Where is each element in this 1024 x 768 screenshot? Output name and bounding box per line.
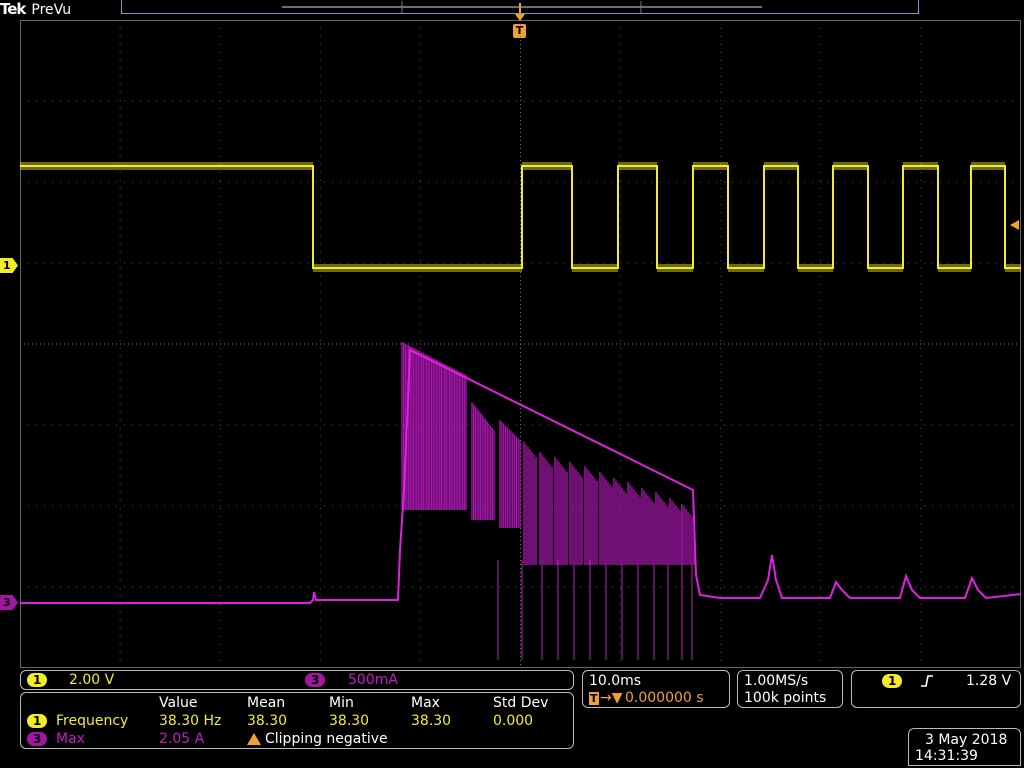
- trigger-source-badge: 1: [882, 674, 903, 688]
- sample-rate: 1.00MS/s: [744, 673, 809, 689]
- trigger-level-icon[interactable]: [1010, 220, 1019, 230]
- meas-header-mean: Mean: [247, 695, 286, 711]
- trigger-delay-icon: T: [589, 692, 599, 705]
- rising-edge-icon: [921, 675, 933, 687]
- meas-row1-min: 38.30: [329, 713, 370, 729]
- channel-scale-bar[interactable]: 1 2.00 V 3 500mA: [20, 670, 574, 690]
- trigger-level: 1.28 V: [966, 673, 1012, 689]
- ch1-badge: 1: [27, 673, 48, 687]
- acquisition-panel[interactable]: 1.00MS/s 100k points: [737, 670, 843, 708]
- measurements-panel[interactable]: Value Mean Min Max Std Dev 1 Frequency 3…: [20, 692, 574, 749]
- meas-row1-mean: 38.30: [247, 713, 288, 729]
- warning-icon: [247, 733, 261, 745]
- meas-header-value: Value: [159, 695, 198, 711]
- meas-row1-badge: 1: [27, 714, 48, 728]
- ch3-ground-marker[interactable]: 3: [0, 595, 18, 610]
- waveform-display[interactable]: [20, 20, 1021, 668]
- trigger-panel[interactable]: 1 1.28 V: [851, 670, 1021, 708]
- ch1-scale-label: 2.00 V: [69, 672, 115, 688]
- time-label: 14:31:39: [915, 748, 978, 764]
- graticule-grid: [20, 20, 1021, 668]
- ch3-waveform-bursts: [401, 342, 695, 660]
- prevu-label: PreVu: [31, 2, 72, 18]
- meas-row1-stddev: 0.000: [493, 713, 534, 729]
- horizontal-panel[interactable]: 10.0ms T →▼ 0.000000 s: [582, 670, 730, 708]
- ch3-badge: 3: [305, 673, 326, 687]
- meas-row1-value: 38.30 Hz: [159, 713, 222, 729]
- meas-row2-badge: 3: [27, 732, 48, 746]
- ch3-scale-label: 500mA: [348, 672, 398, 688]
- meas-header-max: Max: [411, 695, 440, 711]
- tek-brand: Tek PreVu: [0, 0, 72, 18]
- timebase-scale: 10.0ms: [589, 673, 642, 689]
- delay-arrow-icon: →▼: [600, 690, 623, 706]
- meas-header-min: Min: [329, 695, 354, 711]
- record-length: 100k points: [744, 690, 827, 706]
- date-label: 3 May 2018: [925, 732, 1008, 748]
- clipping-warning: Clipping negative: [265, 731, 388, 747]
- meas-row1-name: Frequency: [56, 713, 129, 729]
- ch1-ground-marker[interactable]: 1: [0, 258, 18, 273]
- meas-header-stddev: Std Dev: [493, 695, 549, 711]
- meas-row2-value: 2.05 A: [159, 731, 205, 747]
- horizontal-position: 0.000000 s: [625, 690, 704, 706]
- datetime-panel: 3 May 2018 14:31:39: [908, 728, 1021, 766]
- meas-row1-max: 38.30: [411, 713, 452, 729]
- meas-row2-name: Max: [56, 731, 85, 747]
